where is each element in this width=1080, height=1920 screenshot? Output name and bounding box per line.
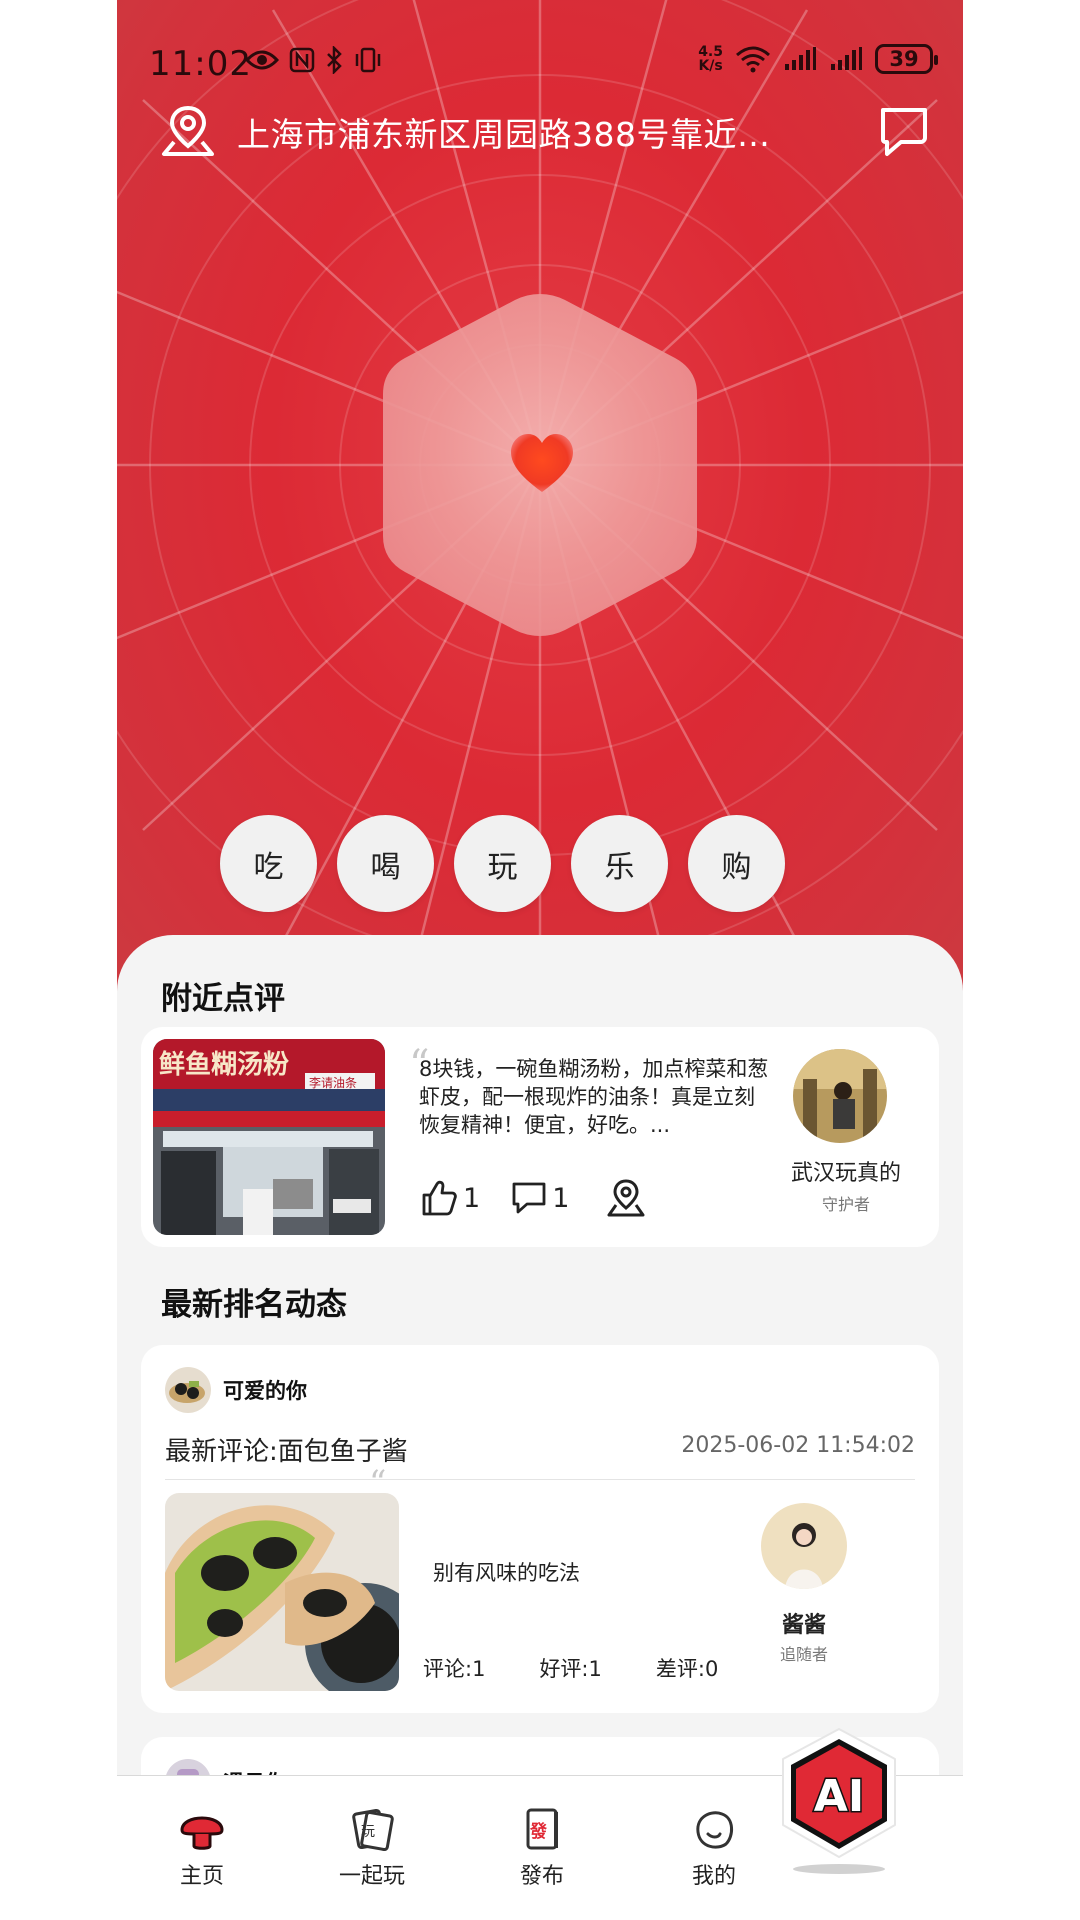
caviar-bread-image — [165, 1493, 399, 1691]
ranking-title: 最新排名动态 — [161, 1287, 347, 1323]
like-button[interactable]: 1 — [419, 1178, 480, 1218]
nav-play-label: 一起玩 — [338, 1864, 405, 1889]
category-shop-button[interactable]: 购 — [688, 815, 785, 912]
nfc-icon — [289, 47, 315, 73]
comment-count: 1 — [552, 1182, 570, 1214]
nav-play-together[interactable]: 玩 一起玩 — [317, 1806, 427, 1890]
battery-indicator: 39 — [875, 44, 938, 74]
reviewer-role: 守护者 — [821, 1195, 870, 1214]
shop-storefront-image: 鲜鱼糊汤粉 李请油条 — [153, 1039, 385, 1235]
nearby-review-card[interactable]: 鲜鱼糊汤粉 李请油条 “ 8块钱，一碗鱼糊汤粉，加点榨菜和葱虾皮，配一根现炸的油… — [141, 1027, 939, 1247]
location-pin-icon[interactable] — [159, 102, 217, 160]
status-right-icons: 4.5 K/s 39 — [698, 44, 938, 74]
nav-home[interactable]: 主页 — [147, 1806, 257, 1890]
hero-banner: 11:02 4.5 K/s 39 上海市浦东新区周园路388号靠近… 吃 喝 玩… — [117, 0, 963, 1000]
nav-publish[interactable]: 發 發布 — [487, 1806, 597, 1890]
comment-date: 2025-06-02 11:54:02 — [681, 1433, 915, 1458]
category-fun-button[interactable]: 乐 — [571, 815, 668, 912]
category-drink-button[interactable]: 喝 — [337, 815, 434, 912]
mahjong-publish-icon: 發 — [526, 1808, 558, 1850]
nav-mine-label: 我的 — [691, 1864, 736, 1889]
reviewer-photo — [793, 1049, 887, 1143]
location-pin-icon[interactable] — [605, 1177, 647, 1219]
category-eat-button[interactable]: 吃 — [220, 815, 317, 912]
like-count: 1 — [463, 1182, 481, 1214]
message-icon[interactable] — [875, 102, 933, 160]
signal-icon-2 — [831, 47, 862, 70]
commenter-role: 追随者 — [779, 1645, 828, 1664]
comment-text[interactable]: 别有风味的吃法 — [433, 1557, 580, 1587]
nav-mine[interactable]: 我的 — [659, 1806, 769, 1890]
author-avatar[interactable] — [165, 1367, 211, 1413]
commenter-name[interactable]: 酱酱 — [729, 1607, 879, 1639]
ai-assistant-button[interactable]: AI — [777, 1725, 901, 1875]
status-left-icons — [245, 46, 383, 74]
author-photo — [165, 1367, 211, 1413]
food-photo[interactable] — [165, 1493, 399, 1691]
commenter-avatar[interactable] — [761, 1503, 847, 1589]
commenter-photo — [761, 1503, 847, 1589]
author-name[interactable]: 可爱的你 — [223, 1375, 307, 1405]
svg-text:鲜鱼糊汤粉: 鲜鱼糊汤粉 — [159, 1050, 289, 1080]
reviewer-name[interactable]: 武汉玩真的 — [771, 1155, 921, 1187]
location-address[interactable]: 上海市浦东新区周园路388号靠近… — [237, 108, 771, 156]
reviewer-avatar[interactable] — [793, 1049, 887, 1143]
wifi-icon — [736, 46, 770, 73]
comment-stats: 评论:1 好评:1 差评:0 — [423, 1653, 718, 1683]
svg-text:AI: AI — [814, 1771, 864, 1822]
stat-positive: 好评:1 — [539, 1657, 602, 1681]
stat-comments: 评论:1 — [423, 1657, 486, 1681]
location-bar[interactable]: 上海市浦东新区周园路388号靠近… — [117, 98, 963, 162]
svg-text:玩: 玩 — [361, 1824, 375, 1840]
signal-icon-1 — [785, 47, 816, 70]
comment-icon — [512, 1182, 546, 1214]
vibrate-icon — [355, 47, 381, 73]
category-buttons: 吃 喝 玩 乐 购 — [220, 815, 785, 912]
ranking-card[interactable]: 可爱的你 最新评论:面包鱼子酱 2025-06-02 11:54:02 “ 别有… — [141, 1345, 939, 1713]
review-text[interactable]: 8块钱，一碗鱼糊汤粉，加点榨菜和葱虾皮，配一根现炸的油条！真是立刻恢复精神！便宜… — [419, 1055, 774, 1139]
status-time: 11:02 — [149, 44, 252, 84]
nearby-reviews-title: 附近点评 — [161, 981, 285, 1017]
phone-screen: 11:02 4.5 K/s 39 上海市浦东新区周园路388号靠近… 吃 喝 玩… — [117, 0, 963, 1920]
nav-home-label: 主页 — [179, 1864, 224, 1889]
status-bar: 11:02 4.5 K/s 39 — [117, 38, 963, 90]
ai-hexagon-icon: AI — [782, 1728, 896, 1874]
profile-blob-icon — [696, 1811, 733, 1849]
review-photo[interactable]: 鲜鱼糊汤粉 李请油条 — [153, 1039, 385, 1235]
net-speed: 4.5 K/s — [698, 44, 723, 74]
review-stats: 1 1 — [419, 1177, 647, 1219]
quote-icon: “ — [369, 1463, 387, 1503]
thumbs-up-icon — [422, 1180, 457, 1216]
heart-icon — [511, 434, 573, 492]
mushroom-home-icon — [180, 1816, 224, 1850]
svg-text:李请油条: 李请油条 — [309, 1075, 357, 1090]
svg-text:發: 發 — [529, 1821, 547, 1842]
cards-play-icon: 玩 — [352, 1808, 394, 1852]
divider — [165, 1479, 915, 1480]
eye-icon — [245, 50, 279, 70]
nav-publish-label: 發布 — [519, 1864, 564, 1889]
stat-negative: 差评:0 — [655, 1657, 719, 1681]
comment-button[interactable]: 1 — [510, 1179, 569, 1217]
heart-hexagon-button[interactable] — [375, 290, 705, 640]
category-play-button[interactable]: 玩 — [454, 815, 551, 912]
bluetooth-icon — [327, 46, 342, 74]
